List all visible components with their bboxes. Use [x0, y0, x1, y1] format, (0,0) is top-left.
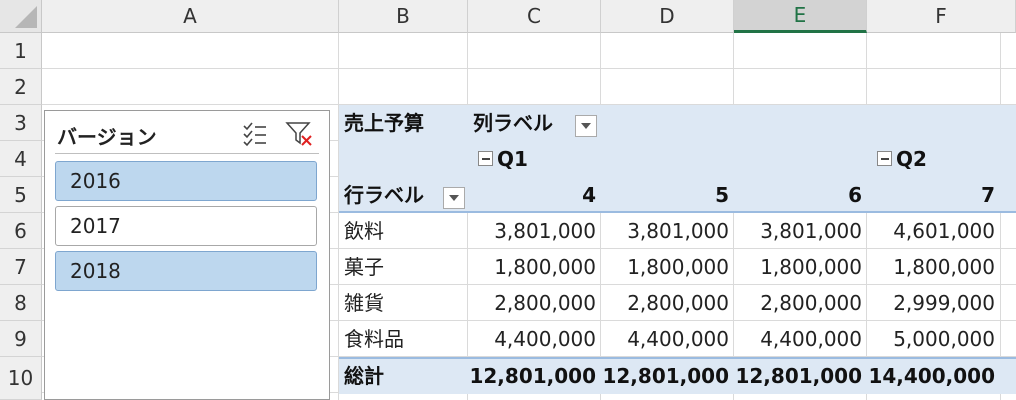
row-label-food[interactable]: 食料品: [344, 329, 404, 349]
column-header-b[interactable]: B: [339, 0, 468, 33]
row-header-3[interactable]: 3: [0, 105, 42, 141]
column-header-c[interactable]: C: [468, 0, 601, 33]
column-header-d[interactable]: D: [601, 0, 734, 33]
chevron-down-icon: [581, 123, 591, 129]
select-all-corner[interactable]: [0, 0, 42, 33]
table-cell[interactable]: 3,801,000: [470, 221, 596, 241]
table-cell[interactable]: 4,601,000: [869, 221, 995, 241]
grand-total-cell[interactable]: 12,801,000: [466, 366, 596, 386]
month-header-5[interactable]: 5: [603, 185, 729, 205]
row-header-1[interactable]: 1: [0, 33, 42, 69]
spreadsheet: A B C D E F 1 2 3 4 5 6 7 8 9 10 売上予算 列ラ…: [0, 0, 1016, 400]
pivot-header-divider: [339, 211, 1016, 213]
month-header-7[interactable]: 7: [869, 185, 995, 205]
row-header-9[interactable]: 9: [0, 321, 42, 357]
table-cell[interactable]: 1,800,000: [603, 257, 729, 277]
column-header-e[interactable]: E: [734, 0, 867, 33]
table-cell[interactable]: 1,800,000: [736, 257, 862, 277]
grand-total-label[interactable]: 総計: [344, 366, 384, 386]
table-cell[interactable]: 1,800,000: [470, 257, 596, 277]
table-cell[interactable]: 3,801,000: [736, 221, 862, 241]
row-header-5[interactable]: 5: [0, 177, 42, 213]
month-header-4[interactable]: 4: [470, 185, 596, 205]
row-label-sweets[interactable]: 菓子: [344, 257, 384, 277]
clear-filter-icon[interactable]: [285, 119, 313, 147]
pivot-value-label[interactable]: 売上予算: [344, 113, 424, 133]
pivot-total-divider: [339, 357, 1016, 359]
table-cell[interactable]: 2,800,000: [470, 293, 596, 313]
grand-total-cell[interactable]: 14,400,000: [865, 366, 995, 386]
row-header-4[interactable]: 4: [0, 141, 42, 177]
minus-icon: [880, 157, 889, 160]
row-header-7[interactable]: 7: [0, 249, 42, 285]
grand-total-cell[interactable]: 12,801,000: [732, 366, 862, 386]
pivot-row-label[interactable]: 行ラベル: [344, 185, 424, 205]
row-label-drinks[interactable]: 飲料: [344, 221, 384, 241]
column-header-f[interactable]: F: [867, 0, 1016, 33]
slicer-title: バージョン: [57, 125, 157, 149]
minus-icon: [481, 157, 490, 160]
table-cell[interactable]: 3,801,000: [603, 221, 729, 241]
chevron-down-icon: [449, 195, 459, 201]
table-cell[interactable]: 4,400,000: [470, 329, 596, 349]
row-label-goods[interactable]: 雑貨: [344, 293, 384, 313]
table-cell[interactable]: 4,400,000: [736, 329, 862, 349]
table-cell[interactable]: 1,800,000: [869, 257, 995, 277]
multi-select-icon[interactable]: [241, 119, 269, 147]
row-header-2[interactable]: 2: [0, 69, 42, 105]
table-cell[interactable]: 2,999,000: [869, 293, 995, 313]
table-cell[interactable]: 4,400,000: [603, 329, 729, 349]
slicer-divider: [55, 153, 319, 154]
slicer-version[interactable]: バージョン 2016 2017 2018: [44, 110, 330, 400]
row-label-filter-button[interactable]: [443, 187, 465, 209]
month-header-6[interactable]: 6: [736, 185, 862, 205]
pivot-column-label[interactable]: 列ラベル: [473, 113, 553, 133]
slicer-item-2018[interactable]: 2018: [55, 251, 317, 291]
table-cell[interactable]: 2,800,000: [603, 293, 729, 313]
quarter-header-q2[interactable]: Q2: [896, 149, 927, 169]
collapse-q2-button[interactable]: [877, 151, 892, 166]
collapse-q1-button[interactable]: [478, 151, 493, 166]
quarter-header-q1[interactable]: Q1: [497, 149, 528, 169]
slicer-item-2016[interactable]: 2016: [55, 161, 317, 201]
column-header-a[interactable]: A: [42, 0, 339, 33]
slicer-item-2017[interactable]: 2017: [55, 206, 317, 246]
table-cell[interactable]: 2,800,000: [736, 293, 862, 313]
table-cell[interactable]: 5,000,000: [869, 329, 995, 349]
row-header-10[interactable]: 10: [0, 357, 42, 400]
row-header-6[interactable]: 6: [0, 213, 42, 249]
grand-total-cell[interactable]: 12,801,000: [599, 366, 729, 386]
row-header-8[interactable]: 8: [0, 285, 42, 321]
column-label-filter-button[interactable]: [575, 115, 597, 137]
